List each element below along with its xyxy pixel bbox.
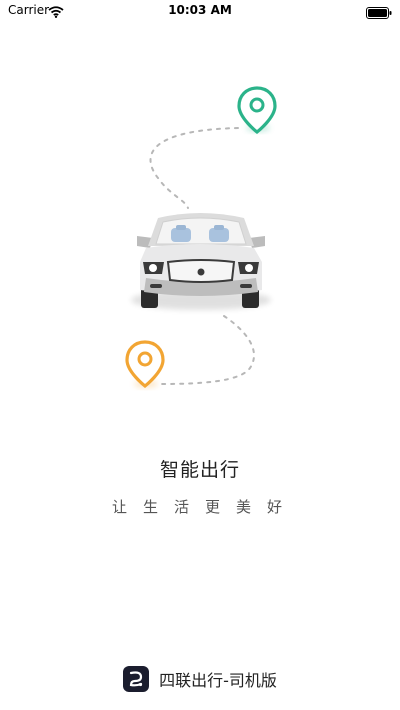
app-name-label: 四联出行-司机版	[159, 671, 277, 690]
app-logo-icon	[123, 666, 150, 692]
route-illustration	[125, 86, 277, 389]
destination-pin-icon	[237, 86, 277, 135]
brand-footer: 四联出行-司机版	[0, 664, 400, 694]
car-illustration	[131, 213, 271, 310]
splash-slogan: 让生活更美好	[111, 498, 298, 516]
route-path-top	[149, 127, 239, 209]
origin-pin-icon	[125, 340, 165, 389]
splash-headline: 智能出行	[159, 459, 240, 481]
route-path-bottom	[159, 315, 255, 385]
